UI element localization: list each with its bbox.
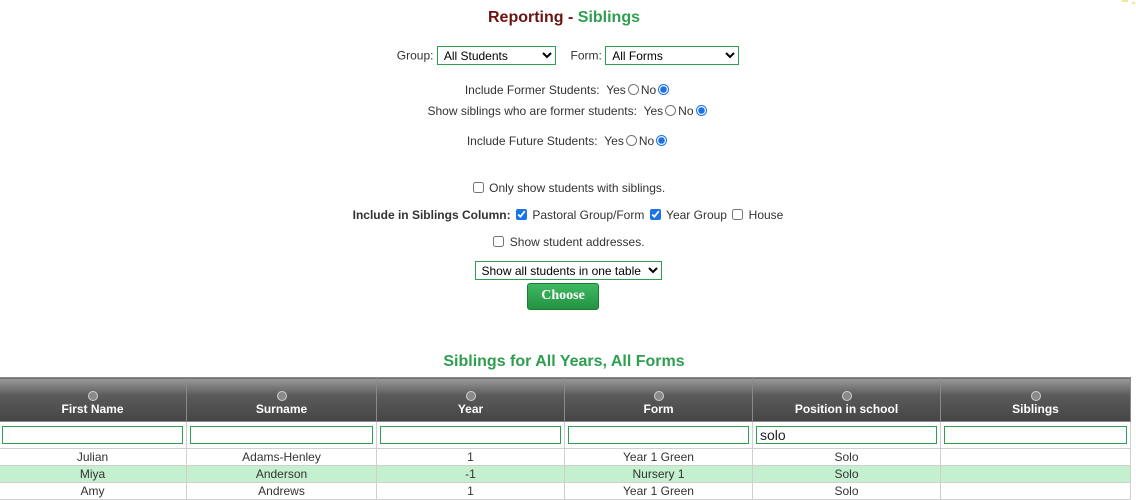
filter-surname-input[interactable] xyxy=(190,426,373,444)
siblings-table: First Name Surname Year Form Position in… xyxy=(0,377,1131,500)
pastoral-checkbox[interactable] xyxy=(515,209,527,221)
filter-cell xyxy=(752,421,941,449)
future-students-label: Include Future Students: xyxy=(466,133,598,148)
column-header-first-name[interactable]: First Name xyxy=(0,377,187,422)
cell-siblings xyxy=(940,465,1131,483)
column-header-year[interactable]: Year xyxy=(376,377,565,422)
sort-icon xyxy=(841,391,852,401)
only-siblings-checkbox[interactable] xyxy=(472,182,484,194)
addresses-label: Show student addresses. xyxy=(509,234,645,249)
include-column-label: Include in Siblings Column: xyxy=(352,207,511,222)
group-label: Group: xyxy=(396,48,434,63)
filter-form-input[interactable] xyxy=(568,426,749,444)
siblings-subtitle: Siblings for All Years, All Forms xyxy=(443,353,685,370)
future-no-radio[interactable] xyxy=(656,135,668,147)
group-select[interactable]: All Students xyxy=(436,46,556,65)
future-yes-label: Yes xyxy=(604,133,624,148)
sort-icon xyxy=(653,391,664,401)
filter-cell xyxy=(940,421,1131,449)
siblings-former-yes-radio[interactable] xyxy=(665,105,677,117)
siblings-former-yes-label: Yes xyxy=(643,103,664,118)
column-header-position[interactable]: Position in school xyxy=(752,377,941,422)
cell-position: Solo xyxy=(752,448,941,466)
form-select[interactable]: All Forms xyxy=(605,46,740,65)
filter-first-name-input[interactable] xyxy=(2,426,183,444)
former-no-radio[interactable] xyxy=(658,84,670,96)
cell-first-name: Amy xyxy=(0,482,187,500)
cell-position: Solo xyxy=(752,482,941,500)
filter-row xyxy=(0,421,1131,449)
addresses-row: Show student addresses. xyxy=(0,234,1136,249)
table-row: Miya Anderson -1 Nursery 1 Solo xyxy=(0,465,1131,483)
cell-siblings xyxy=(940,448,1131,466)
filter-cell xyxy=(186,421,377,449)
former-yes-label: Yes xyxy=(606,82,626,97)
cell-siblings xyxy=(940,482,1131,500)
addresses-checkbox[interactable] xyxy=(493,236,505,248)
column-header-surname[interactable]: Surname xyxy=(186,377,377,422)
filter-position-input[interactable] xyxy=(756,426,937,444)
cell-surname: Andrews xyxy=(186,482,377,500)
only-siblings-label: Only show students with siblings. xyxy=(489,180,666,195)
cell-position: Solo xyxy=(752,465,941,483)
former-students-label: Include Former Students: xyxy=(464,82,600,97)
table-mode-row: Show all students in one table xyxy=(0,261,1136,280)
column-header-form[interactable]: Form xyxy=(564,377,753,422)
filter-cell xyxy=(0,421,187,449)
former-yes-radio[interactable] xyxy=(627,84,639,96)
column-header-label: Form xyxy=(643,402,674,416)
cell-form: Nursery 1 xyxy=(564,465,753,483)
sort-icon xyxy=(87,391,98,401)
future-no-label: No xyxy=(638,133,655,148)
cell-surname: Anderson xyxy=(186,465,377,483)
table-header-row: First Name Surname Year Form Position in… xyxy=(0,377,1131,422)
form-label: Form: xyxy=(570,48,602,63)
cell-form: Year 1 Green xyxy=(564,482,753,500)
siblings-former-label: Show siblings who are former students: xyxy=(427,103,637,118)
year-group-checkbox[interactable] xyxy=(649,209,661,221)
former-no-label: No xyxy=(640,82,657,97)
filter-cell xyxy=(376,421,565,449)
siblings-former-row: Show siblings who are former students: Y… xyxy=(0,103,1136,118)
year-group-label: Year Group xyxy=(666,207,727,222)
cell-first-name: Julian xyxy=(0,448,187,466)
house-label: House xyxy=(748,207,784,222)
sort-icon xyxy=(1030,391,1041,401)
table-row: Amy Andrews 1 Year 1 Green Solo xyxy=(0,482,1131,500)
table-mode-select[interactable]: Show all students in one table xyxy=(474,261,662,280)
corner-decoration-icon xyxy=(1122,0,1135,4)
column-header-label: Year xyxy=(457,402,484,416)
cell-surname: Adams-Henley xyxy=(186,448,377,466)
page-title: Reporting - Siblings xyxy=(0,9,1128,27)
cell-year: 1 xyxy=(376,482,565,500)
column-header-label: First Name xyxy=(61,402,124,416)
siblings-former-no-label: No xyxy=(678,103,694,118)
only-siblings-row: Only show students with siblings. xyxy=(0,180,1136,195)
siblings-column-row: Include in Siblings Column: Pastoral Gro… xyxy=(0,207,1136,222)
future-yes-radio[interactable] xyxy=(625,135,637,147)
siblings-former-no-radio[interactable] xyxy=(695,105,707,117)
choose-button[interactable]: Choose xyxy=(527,283,599,310)
column-header-label: Siblings xyxy=(1012,402,1059,416)
cell-year: 1 xyxy=(376,448,565,466)
filter-siblings-input[interactable] xyxy=(944,426,1127,444)
future-students-row: Include Future Students: Yes No xyxy=(0,133,1136,148)
sort-icon xyxy=(276,391,287,401)
group-form-row: Group: All Students Form: All Forms xyxy=(0,46,1136,65)
cell-first-name: Miya xyxy=(0,465,187,483)
house-checkbox[interactable] xyxy=(732,209,744,221)
filter-year-input[interactable] xyxy=(380,426,561,444)
sort-icon xyxy=(465,391,476,401)
column-header-label: Position in school xyxy=(794,402,899,416)
former-students-row: Include Former Students: Yes No xyxy=(0,82,1136,97)
page-title-prefix: Reporting - xyxy=(488,9,578,26)
table-row: Julian Adams-Henley 1 Year 1 Green Solo xyxy=(0,448,1131,466)
pastoral-label: Pastoral Group/Form xyxy=(532,207,645,222)
cell-year: -1 xyxy=(376,465,565,483)
page-title-highlight: Siblings xyxy=(577,9,640,26)
cell-form: Year 1 Green xyxy=(564,448,753,466)
filter-cell xyxy=(564,421,753,449)
column-header-label: Surname xyxy=(255,402,308,416)
column-header-siblings[interactable]: Siblings xyxy=(940,377,1131,422)
